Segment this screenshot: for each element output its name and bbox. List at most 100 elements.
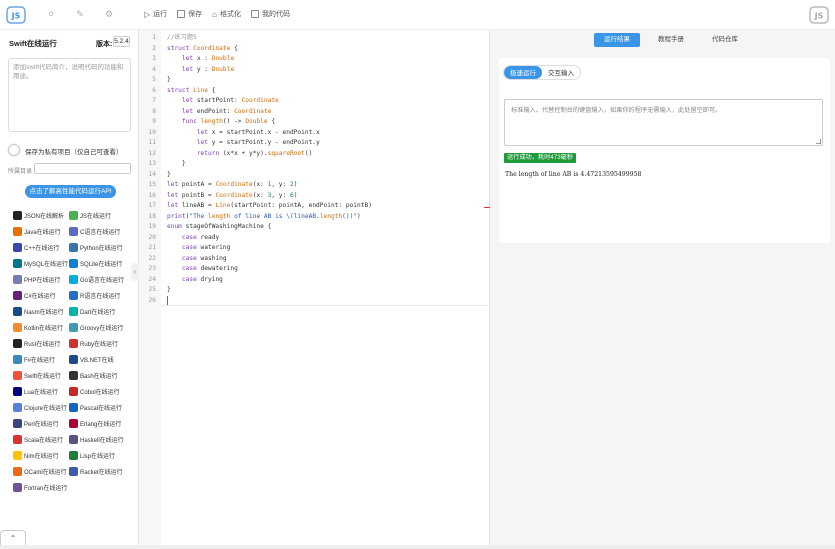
share-icon[interactable]: ⚙	[104, 9, 114, 19]
language-link[interactable]: Lisp在线运行	[69, 449, 129, 462]
language-link[interactable]: Ruby在线运行	[69, 337, 129, 350]
resize-grip-icon[interactable]	[816, 139, 821, 144]
result-panel: 运行结果 教程手册 代码仓库 极速运行 交互输入 标准输入、代替控制台的键盘输入…	[490, 30, 835, 549]
code-line[interactable]: 20 case ready	[139, 233, 490, 244]
code-text	[167, 296, 168, 307]
tab-run-result[interactable]: 运行结果	[594, 33, 640, 47]
language-link-label: Dart在线运行	[80, 310, 116, 316]
language-link[interactable]: C#在线运行	[13, 289, 69, 302]
language-link[interactable]: Erlang在线运行	[69, 417, 129, 430]
user-icon[interactable]: ⚪	[46, 9, 56, 19]
tab-interactive-input[interactable]: 交互输入	[542, 66, 580, 79]
line-number: 14	[148, 170, 156, 178]
language-link[interactable]: Scala在线运行	[13, 433, 69, 446]
site-logo-right-icon[interactable]: JS	[809, 6, 829, 24]
code-line[interactable]: 26	[139, 296, 490, 307]
language-link[interactable]: Fortran在线运行	[13, 481, 69, 494]
language-link[interactable]: Groovy在线运行	[69, 321, 129, 334]
language-link-label: JS在线运行	[80, 214, 112, 220]
language-link[interactable]: Haskell在线运行	[69, 433, 129, 446]
language-link[interactable]: Bash在线运行	[69, 369, 129, 382]
mycode-button[interactable]: 我的代码	[251, 9, 290, 19]
language-logo-icon	[69, 371, 78, 380]
code-line[interactable]: 19 enum stageOfWashingMachine {	[139, 222, 490, 233]
code-line[interactable]: 21 case watering	[139, 243, 490, 254]
result-card: 极速运行 交互输入 标准输入、代替控制台的键盘输入，如果你的程序无需输入，此处留…	[499, 58, 830, 243]
language-link[interactable]: SQLite在线运行	[69, 257, 129, 270]
api-info-button[interactable]: 点击了解高性能代码运行API	[25, 185, 116, 198]
code-line[interactable]: 7 let startPoint: Coordinate	[139, 96, 490, 107]
language-link[interactable]: Rust在线运行	[13, 337, 69, 350]
code-line[interactable]: 10 let x = startPoint.x - endPoint.x	[139, 128, 490, 139]
language-link[interactable]: OCaml在线运行	[13, 465, 69, 478]
language-logo-icon	[69, 467, 78, 476]
language-link[interactable]: VB.NET在线	[69, 353, 129, 366]
code-editor[interactable]: 1 //练习题5 2 struct Coordinate {3 let x : Dou…	[139, 30, 490, 549]
code-line[interactable]: 16 let pointB = Coordinate(x: 3, y: 6)	[139, 191, 490, 202]
code-line[interactable]: 4 let y : Double	[139, 65, 490, 76]
code-line[interactable]: 2 struct Coordinate {	[139, 44, 490, 55]
code-line[interactable]: 13 }	[139, 159, 490, 170]
tab-fast-run[interactable]: 极速运行	[504, 66, 542, 79]
tab-code-repo[interactable]: 代码仓库	[702, 33, 748, 47]
code-line[interactable]: 25}	[139, 285, 490, 296]
language-link[interactable]: C++在线运行	[13, 241, 69, 254]
code-line[interactable]: 18 print("The length of line AB is \(line…	[139, 212, 490, 223]
code-line[interactable]: 17 let lineAB = Line(startPoint: pointA, …	[139, 201, 490, 212]
language-link[interactable]: Nasm在线运行	[13, 305, 69, 318]
run-button[interactable]: ▷ 运行	[144, 9, 167, 19]
code-line[interactable]: 22 case washing	[139, 254, 490, 265]
stdin-textarea[interactable]: 标准输入、代替控制台的键盘输入，如果你的程序无需输入，此处留空即可。	[504, 99, 823, 146]
language-link[interactable]: JS在线运行	[69, 209, 129, 222]
code-line[interactable]: 6 struct Line {	[139, 86, 490, 97]
directory-select[interactable]	[34, 163, 131, 174]
version-select[interactable]: 5.2.4	[113, 36, 130, 47]
code-line[interactable]: 8 let endPoint: Coordinate	[139, 107, 490, 118]
code-line[interactable]: 5}	[139, 75, 490, 86]
language-link[interactable]: Perl在线运行	[13, 417, 69, 430]
language-link[interactable]: Pascal在线运行	[69, 401, 129, 414]
code-line[interactable]: 23 case dewatering	[139, 264, 490, 275]
language-link[interactable]: Lua在线运行	[13, 385, 69, 398]
code-line[interactable]: 24 case drying	[139, 275, 490, 286]
language-link[interactable]: PHP在线运行	[13, 273, 69, 286]
language-link[interactable]: Nim在线运行	[13, 449, 69, 462]
language-link[interactable]: MySQL在线运行	[13, 257, 69, 270]
language-link[interactable]: Clojure在线运行	[13, 401, 69, 414]
code-line[interactable]: 15 let pointA = Coordinate(x: 1, y: 2)	[139, 180, 490, 191]
language-link[interactable]: JSON在线解析	[13, 209, 69, 222]
language-link[interactable]: Java在线运行	[13, 225, 69, 238]
language-link[interactable]: Dart在线运行	[69, 305, 129, 318]
description-textarea[interactable]: 添加swift代码简介，说明代码的功能和用途。	[8, 58, 131, 132]
code-line[interactable]: 14}	[139, 170, 490, 181]
edit-icon[interactable]: ✎	[75, 9, 85, 19]
language-link[interactable]: C语言在线运行	[69, 225, 129, 238]
language-link[interactable]: Python在线运行	[69, 241, 129, 254]
language-link-label: Erlang在线运行	[80, 422, 122, 428]
code-lines[interactable]: 1 //练习题5 2 struct Coordinate {3 let x : Dou…	[139, 33, 490, 306]
language-link[interactable]: Racket在线运行	[69, 465, 129, 478]
format-button[interactable]: ⌂ 格式化	[212, 9, 241, 19]
language-link-label: Lisp在线运行	[80, 454, 116, 460]
code-line[interactable]: 3 let x : Double	[139, 54, 490, 65]
code-line[interactable]: 12 return (x*x + y*y).squareRoot()	[139, 149, 490, 160]
code-line[interactable]: 1 //练习题5	[139, 33, 490, 44]
language-link[interactable]: Go语言在线运行	[69, 273, 129, 286]
language-link[interactable]: Kotlin在线运行	[13, 321, 69, 334]
line-number: 5	[152, 76, 156, 83]
language-link[interactable]: R语言在线运行	[69, 289, 129, 302]
code-line[interactable]: 11 let y = startPoint.y - endPoint.y	[139, 138, 490, 149]
collapse-sidebar-button[interactable]: ‹	[131, 263, 139, 281]
line-number: 6	[152, 86, 156, 94]
language-link[interactable]: F#在线运行	[13, 353, 69, 366]
private-toggle[interactable]	[8, 144, 20, 156]
line-number: 2	[152, 44, 156, 52]
language-link-grid: JSON在线解析 JS在线运行 Java在线运行 C语言在线运行 C++在线运行 Pyth…	[13, 209, 133, 494]
scroll-top-button[interactable]: ⌃	[0, 530, 26, 546]
code-line[interactable]: 9 func length() -> Double {	[139, 117, 490, 128]
language-link[interactable]: Swift在线运行	[13, 369, 69, 382]
save-button[interactable]: 保存	[177, 9, 202, 19]
site-logo-icon[interactable]: JS	[6, 6, 26, 24]
tab-tutorial[interactable]: 教程手册	[648, 33, 694, 47]
language-link[interactable]: Cobol在线运行	[69, 385, 129, 398]
